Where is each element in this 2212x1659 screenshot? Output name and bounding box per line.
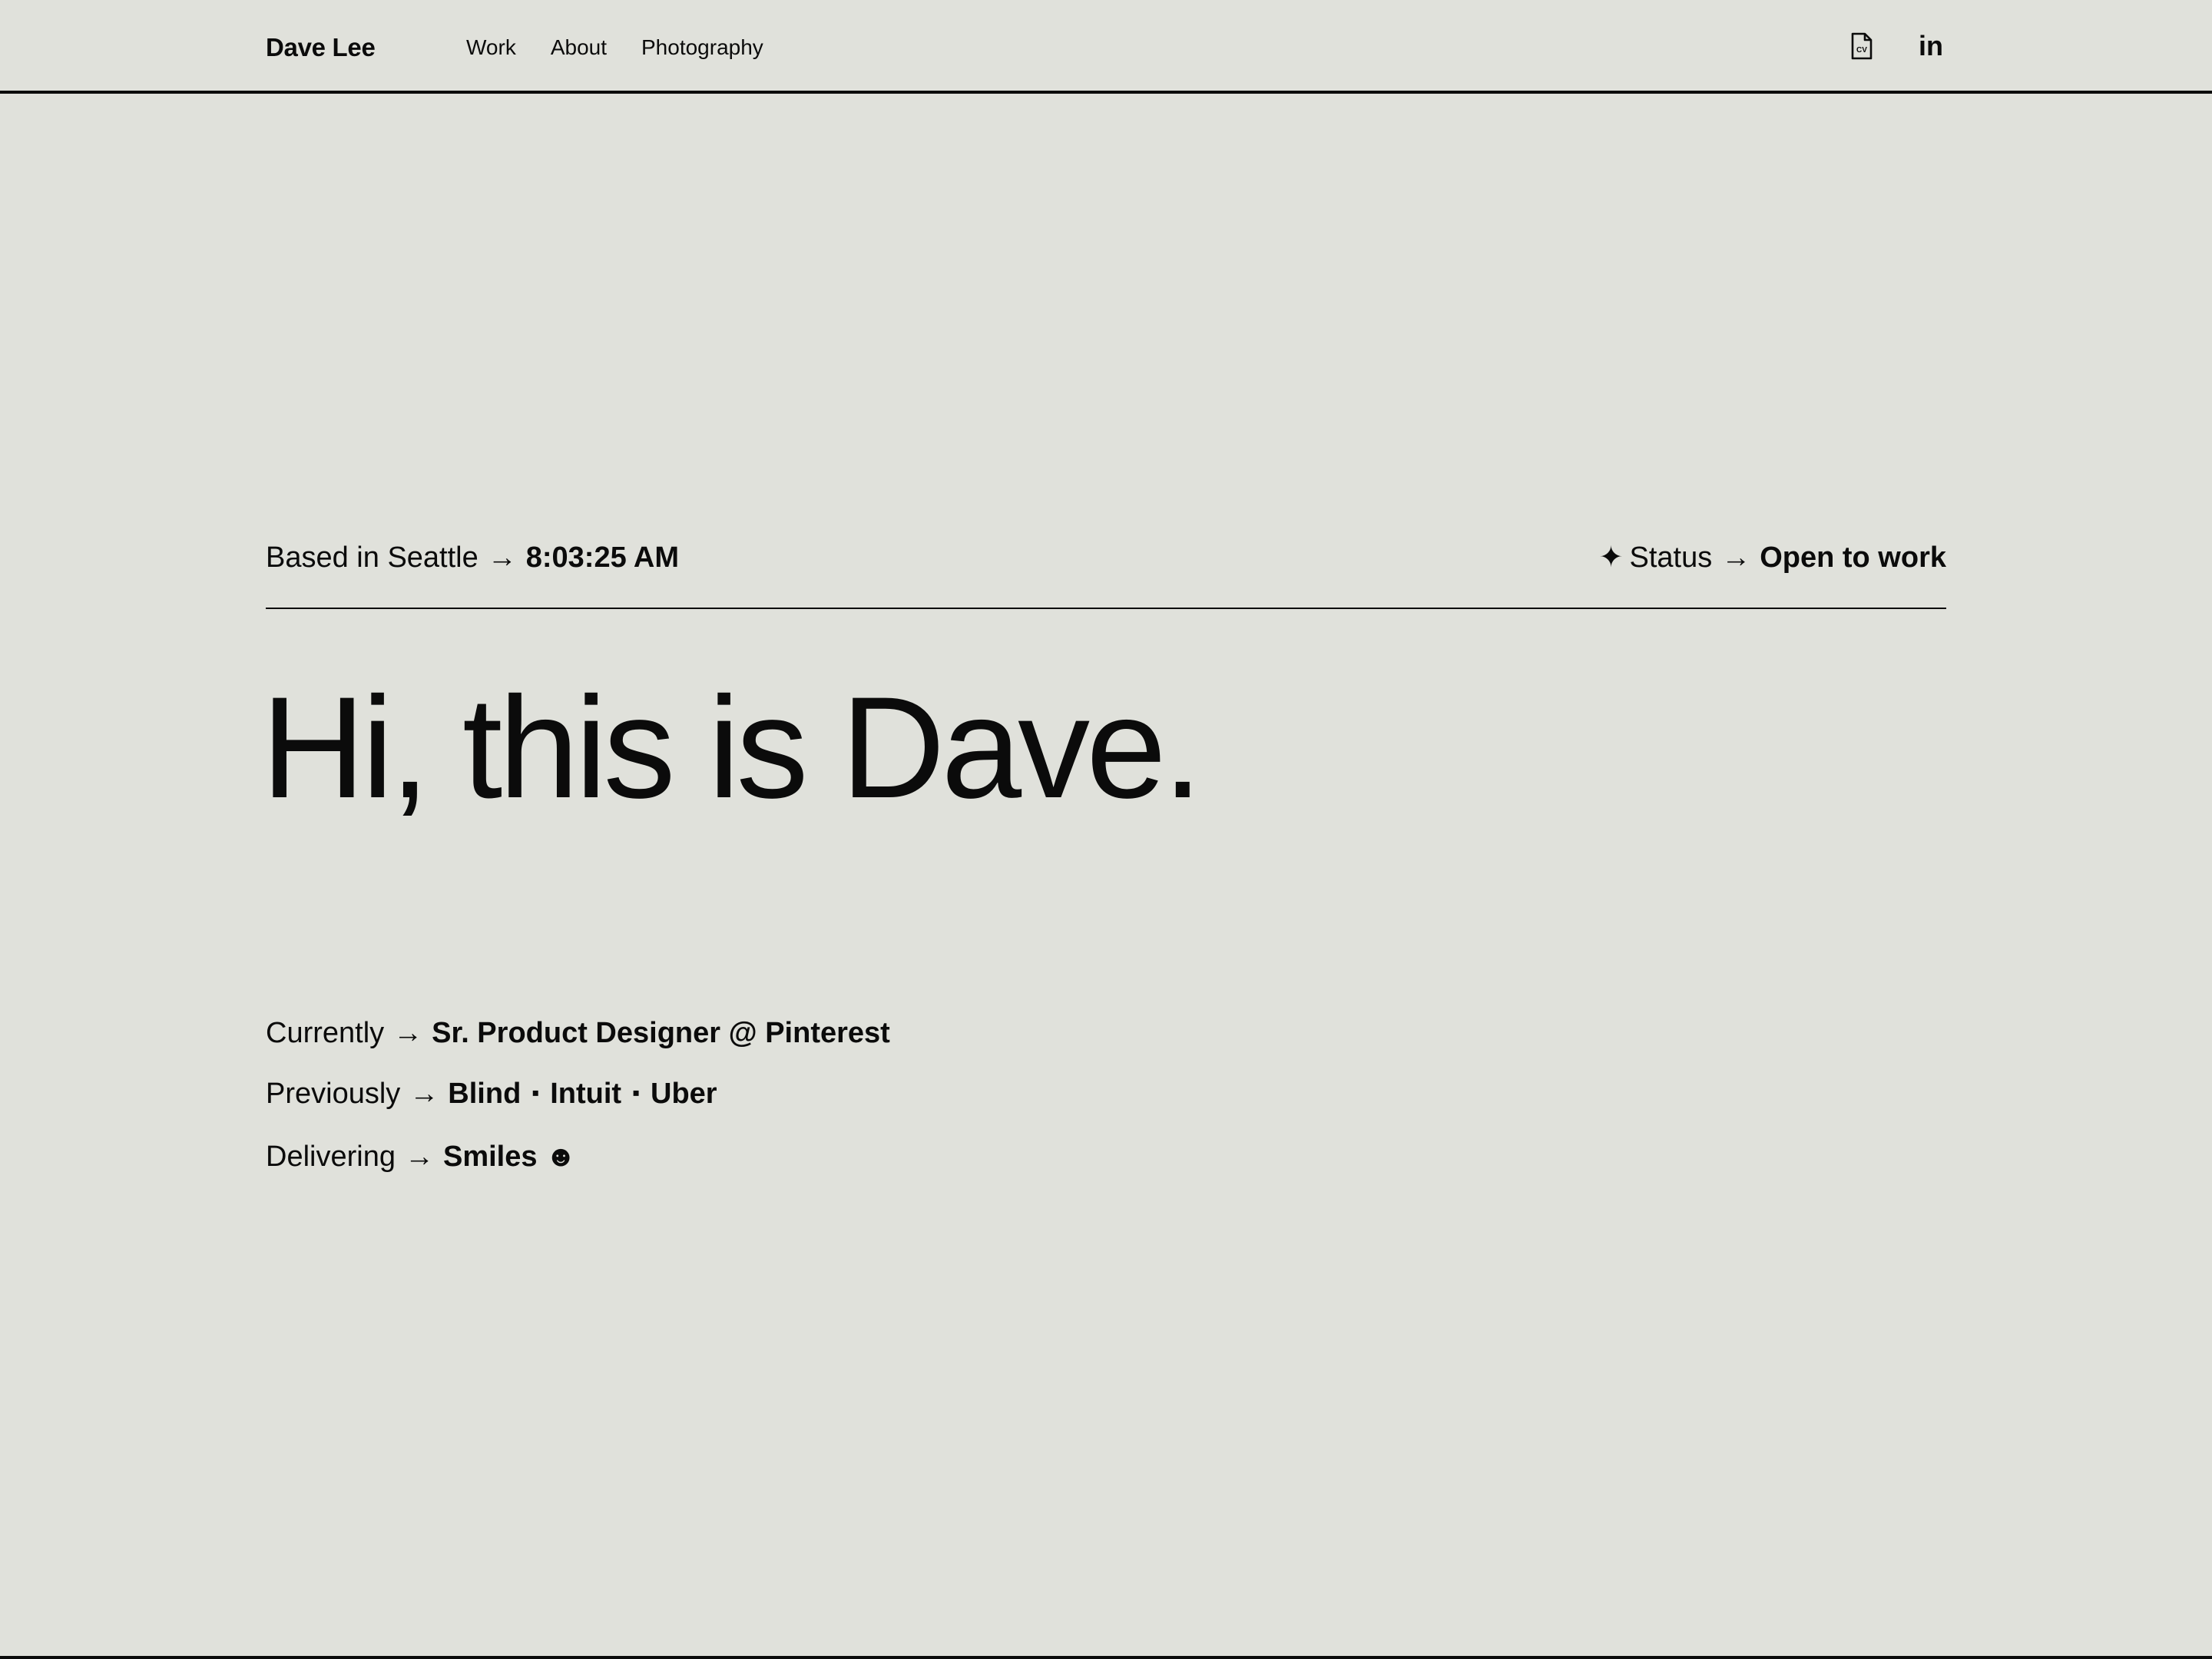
bottom-rule — [0, 1656, 2212, 1659]
detail-previously: Previously → Blind ▪ Intuit ▪ Uber — [266, 1071, 890, 1118]
location-time: Based in Seattle → 8:03:25 AM — [266, 535, 679, 580]
site-header: Dave Lee Work About Photography CV in — [0, 0, 2212, 94]
work-status: ✦ Status → Open to work — [1599, 535, 1946, 580]
arrow-icon: → — [409, 1078, 439, 1110]
delivering-value: Smiles — [442, 1141, 538, 1173]
arrow-icon: → — [393, 1017, 423, 1049]
nav-about[interactable]: About — [551, 31, 607, 64]
delivering-label: Delivering — [266, 1141, 396, 1173]
smiley-icon: ☻ — [545, 1141, 577, 1173]
details-list: Currently → Sr. Product Designer @ Pintere… — [266, 1011, 890, 1195]
previous-company: Uber — [651, 1078, 717, 1110]
meta-row: Based in Seattle → 8:03:25 AM ✦ Status → Open… — [266, 535, 1946, 609]
header-icon-group: CV in — [1846, 31, 1946, 61]
detail-delivering: Delivering → Smiles ☻ — [266, 1134, 890, 1179]
status-value: Open to work — [1760, 541, 1946, 574]
local-time: 8:03:25 AM — [525, 541, 679, 574]
nav-work[interactable]: Work — [466, 31, 516, 64]
linkedin-label: in — [1919, 34, 1943, 58]
detail-currently: Currently → Sr. Product Designer @ Pintere… — [266, 1011, 890, 1055]
location-label: Based in Seattle — [266, 541, 478, 574]
main-nav: Work About Photography — [466, 31, 763, 64]
linkedin-icon[interactable]: in — [1916, 31, 1946, 61]
previous-company: Intuit — [550, 1078, 622, 1110]
brand-logo-link[interactable]: Dave Lee — [266, 30, 376, 65]
cv-label: CV — [1856, 46, 1867, 55]
arrow-icon: → — [487, 541, 517, 574]
sparkle-icon: ✦ — [1598, 541, 1624, 574]
hero-title: Hi, this is Dave. — [261, 667, 1203, 828]
separator-icon: ▪ — [632, 1081, 641, 1104]
currently-label: Currently — [266, 1017, 385, 1049]
cv-document-icon[interactable]: CV — [1846, 31, 1877, 61]
status-label: Status — [1629, 541, 1713, 574]
currently-value: Sr. Product Designer @ Pinterest — [432, 1017, 890, 1049]
previously-label: Previously — [266, 1078, 401, 1110]
arrow-icon: → — [404, 1141, 434, 1173]
separator-icon: ▪ — [531, 1081, 540, 1104]
arrow-icon: → — [1721, 541, 1751, 574]
previous-company: Blind — [448, 1078, 522, 1110]
nav-photography[interactable]: Photography — [641, 31, 763, 64]
